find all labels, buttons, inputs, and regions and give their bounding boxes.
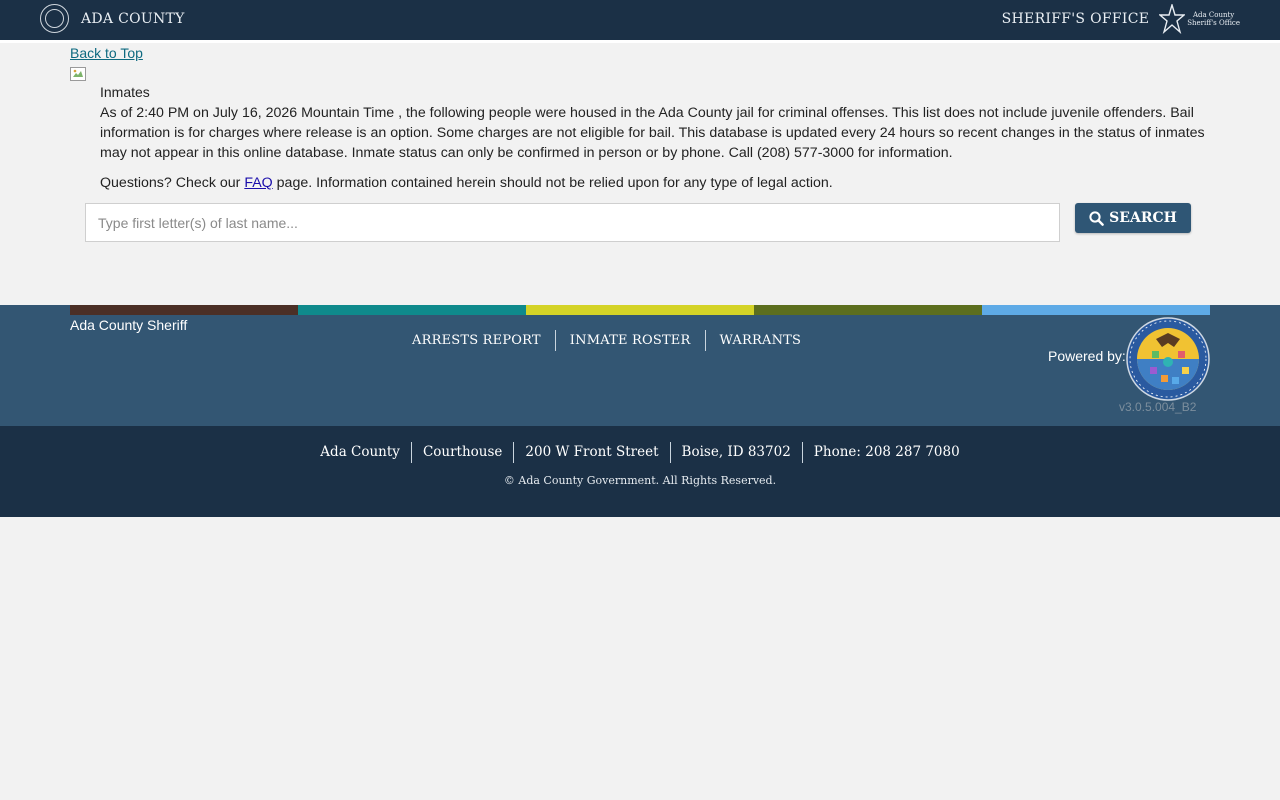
footer-top: Ada County Sheriff ARRESTS REPORT INMATE… [0,305,1280,426]
questions-text-after: page. Information contained herein shoul… [272,175,833,191]
address-street: 200 W Front Street [525,444,659,460]
search-button[interactable]: SEARCH [1075,203,1191,233]
it-department-logo[interactable] [1126,317,1210,401]
sheriffs-office-brand[interactable]: SHERIFF'S OFFICE Ada County Sheriff's Of… [1002,3,1240,34]
questions-paragraph: Questions? Check our FAQ page. Informati… [100,173,1230,193]
sheriff-star-icon [1159,3,1186,34]
broken-image-icon [70,67,86,81]
intro-paragraph: As of 2:40 PM on July 16, 2026 Mountain … [100,105,1205,161]
color-stripe-segment [526,305,754,315]
section-title: Inmates [100,84,150,100]
footer-bottom: Ada County Courthouse 200 W Front Street… [0,426,1280,517]
address-city: Boise, ID 83702 [681,444,791,460]
faq-link[interactable]: FAQ [244,175,272,191]
address-phone: Phone: 208 287 7080 [813,444,960,460]
color-stripe [70,305,1210,315]
sheriff-logo-line1: Ada County [1192,10,1235,19]
ada-county-brand[interactable]: ADA COUNTY [40,3,185,34]
footer-nav: ARRESTS REPORT INMATE ROSTER WARRANTS [398,330,815,351]
footer-link-warrants[interactable]: WARRANTS [706,330,816,351]
county-seal-icon [40,4,69,33]
back-to-top-link[interactable]: Back to Top [70,45,143,61]
color-stripe-segment [754,305,982,315]
questions-text-before: Questions? Check our [100,175,245,191]
address-county: Ada County [320,444,400,460]
footer-title: Ada County Sheriff [70,317,188,333]
color-stripe-segment [70,305,298,315]
footer-link-inmate-roster[interactable]: INMATE ROSTER [556,330,705,351]
color-stripe-segment [982,305,1210,315]
sheriffs-office-title: SHERIFF'S OFFICE [1001,10,1150,27]
version-label: v3.0.5.004_B2 [1119,400,1197,414]
powered-by-label: Powered by: [1048,348,1126,364]
search-button-label: SEARCH [1109,210,1177,226]
last-name-search-input[interactable] [85,203,1060,242]
color-stripe-segment [298,305,526,315]
sheriff-logo: Ada County Sheriff's Office [1159,3,1240,34]
address-line: Ada County Courthouse 200 W Front Street… [0,442,1280,463]
copyright-text: © Ada County Government. All Rights Rese… [503,474,777,487]
sheriff-logo-line2: Sheriff's Office [1187,18,1240,27]
address-building: Courthouse [422,444,503,460]
top-header: ADA COUNTY SHERIFF'S OFFICE Ada County S… [0,0,1280,43]
ada-county-title: ADA COUNTY [81,10,185,27]
footer-link-arrests-report[interactable]: ARRESTS REPORT [398,330,555,351]
search-icon [1089,210,1104,226]
